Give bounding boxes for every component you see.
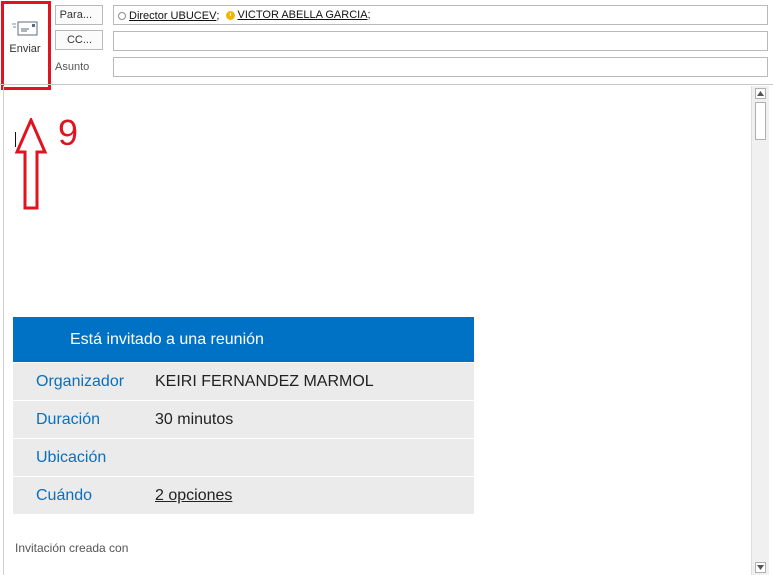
invite-row-location: Ubicación [13, 438, 474, 476]
recipient-name: VICTOR ABELLA GARCIA [237, 9, 368, 21]
options-link[interactable]: 2 opciones [155, 487, 232, 505]
invite-footer-text: Invitación creada con [15, 541, 129, 555]
recipient-chip[interactable]: VICTOR ABELLA GARCIA ; [225, 6, 371, 24]
scrollbar-thumb[interactable] [755, 102, 766, 140]
invite-row-when: Cuándo 2 opciones [13, 476, 474, 514]
send-area: Enviar [0, 0, 52, 92]
meeting-invite-card: Está invitado a una reunión Organizador … [13, 317, 474, 514]
annotation-number: 9 [58, 112, 79, 153]
invite-row-value: KEIRI FERNANDEZ MARMOL [155, 372, 374, 390]
scroll-up-arrow-icon[interactable] [755, 88, 766, 99]
presence-away-clock-icon [225, 10, 235, 20]
header-divider [0, 84, 773, 85]
invite-row-label: Organizador [36, 372, 125, 390]
presence-unknown-icon [118, 11, 126, 20]
subject-label: Asunto [55, 61, 90, 73]
invite-row-label: Ubicación [36, 448, 107, 466]
invite-row-value: 30 minutos [155, 410, 234, 428]
invite-row-organizer: Organizador KEIRI FERNANDEZ MARMOL [13, 362, 474, 400]
cc-field[interactable] [113, 31, 768, 51]
send-button[interactable]: Enviar [3, 5, 47, 71]
invite-header: Está invitado a una reunión [13, 317, 474, 362]
cc-button[interactable]: CC... [55, 30, 103, 50]
recipient-chip[interactable]: Director UBUCEV ; [118, 7, 219, 25]
invite-row-label: Cuándo [36, 486, 93, 504]
recipient-separator: ; [216, 9, 220, 22]
recipient-separator: ; [367, 9, 371, 21]
invite-row-duration: Duración 30 minutos [13, 400, 474, 438]
send-label: Enviar [9, 43, 41, 55]
to-button[interactable]: Para... [55, 5, 103, 25]
recipient-name: Director UBUCEV [129, 9, 217, 22]
send-envelope-icon [12, 21, 38, 36]
subject-field[interactable] [113, 57, 768, 77]
annotation-up-arrow-icon [14, 118, 48, 210]
to-field[interactable]: Director UBUCEV ; VICTOR ABELLA GARCIA ; [113, 5, 768, 25]
vertical-scrollbar[interactable] [751, 86, 769, 575]
scroll-down-arrow-icon[interactable] [755, 562, 766, 573]
invite-row-label: Duración [36, 410, 101, 428]
